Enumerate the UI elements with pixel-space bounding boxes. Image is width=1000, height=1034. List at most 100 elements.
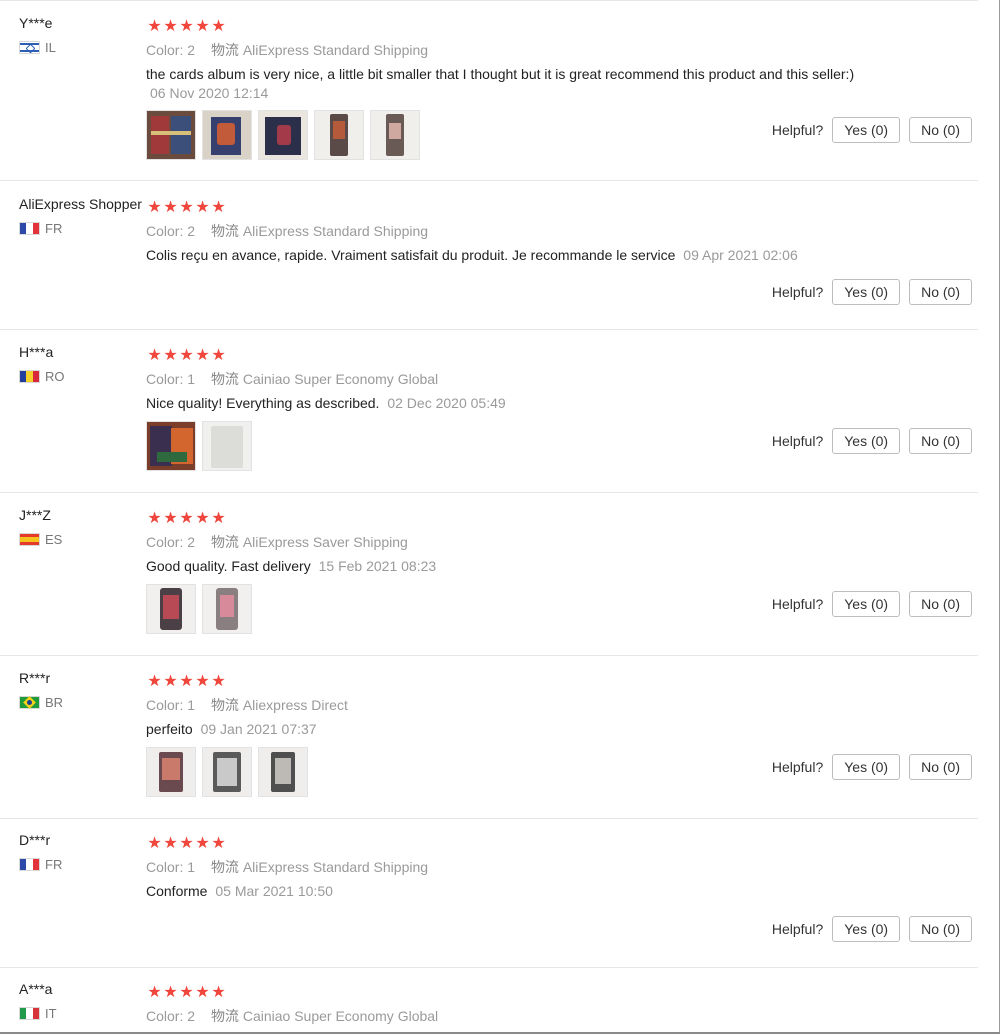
helpful-votes: Helpful? Yes (0) No (0) bbox=[772, 754, 972, 780]
helpful-no-button[interactable]: No (0) bbox=[909, 117, 972, 143]
review-date: 05 Mar 2021 10:50 bbox=[215, 883, 333, 899]
review-date: 15 Feb 2021 08:23 bbox=[318, 558, 437, 574]
helpful-label: Helpful? bbox=[771, 284, 824, 300]
review-divider bbox=[0, 818, 978, 819]
color-label: Color: bbox=[146, 223, 184, 239]
country-code: FR bbox=[45, 856, 63, 872]
star-icon: ★ bbox=[195, 18, 211, 35]
star-rating: ★★★★★ bbox=[147, 345, 227, 365]
star-icon: ★ bbox=[163, 199, 179, 216]
review-photo[interactable] bbox=[314, 110, 364, 160]
helpful-yes-button[interactable]: Yes (0) bbox=[832, 117, 901, 143]
shipping-method: AliExpress Standard Shipping bbox=[242, 859, 429, 875]
country-code: ES bbox=[45, 531, 63, 547]
review-item: D***r FR ★★★★★ Color: 1 物流 AliExpress St… bbox=[0, 832, 978, 968]
star-rating: ★★★★★ bbox=[147, 671, 227, 691]
star-icon: ★ bbox=[163, 347, 179, 364]
star-icon: ★ bbox=[147, 510, 163, 527]
review-photo[interactable] bbox=[202, 747, 252, 797]
helpful-label: Helpful? bbox=[771, 759, 824, 775]
review-photo[interactable] bbox=[202, 110, 252, 160]
flag-israel-icon bbox=[19, 40, 40, 54]
shipping-method: AliExpress Standard Shipping bbox=[242, 42, 429, 58]
reviewer-country: IL bbox=[19, 39, 56, 55]
helpful-yes-button[interactable]: Yes (0) bbox=[832, 428, 901, 454]
helpful-yes-button[interactable]: Yes (0) bbox=[832, 279, 901, 305]
flag-france-icon bbox=[19, 857, 40, 871]
review-meta: Color: 2 物流 AliExpress Standard Shipping bbox=[146, 40, 428, 60]
review-photo[interactable] bbox=[202, 421, 252, 471]
shipping-label: 物流 bbox=[210, 697, 239, 713]
review-photo[interactable] bbox=[146, 747, 196, 797]
helpful-label: Helpful? bbox=[771, 596, 824, 612]
review-item: Y***e IL ★★★★★ Color: 2 物流 AliExpress St… bbox=[0, 15, 978, 181]
country-code: RO bbox=[45, 368, 65, 384]
shipping-label: 物流 bbox=[210, 859, 239, 875]
reviewer-name: H***a bbox=[19, 344, 54, 360]
reviews-list: Y***e IL ★★★★★ Color: 2 物流 AliExpress St… bbox=[0, 0, 1000, 1034]
review-meta: Color: 2 物流 AliExpress Saver Shipping bbox=[146, 532, 408, 552]
star-icon: ★ bbox=[163, 510, 179, 527]
flag-brazil-icon bbox=[19, 695, 40, 709]
helpful-votes: Helpful? Yes (0) No (0) bbox=[772, 428, 972, 454]
star-icon: ★ bbox=[179, 984, 195, 1001]
country-code: FR bbox=[45, 220, 63, 236]
star-icon: ★ bbox=[147, 835, 163, 852]
color-label: Color: bbox=[146, 534, 184, 550]
reviewer-name: AliExpress Shopper bbox=[19, 196, 142, 212]
review-text: Colis reçu en avance, rapide. Vraiment s… bbox=[146, 247, 676, 263]
review-text-line: Colis reçu en avance, rapide. Vraiment s… bbox=[146, 247, 798, 263]
review-text: Conforme bbox=[146, 883, 208, 899]
flag-romania-icon bbox=[19, 369, 40, 383]
top-divider bbox=[0, 0, 978, 1]
color-label: Color: bbox=[146, 42, 184, 58]
review-item: H***a RO ★★★★★ Color: 1 物流 Cainiao Super… bbox=[0, 344, 978, 493]
review-date: 02 Dec 2020 05:49 bbox=[387, 395, 506, 411]
color-value: 2 bbox=[187, 42, 196, 58]
helpful-yes-button[interactable]: Yes (0) bbox=[832, 754, 901, 780]
review-text-line: Nice quality! Everything as described. 0… bbox=[146, 395, 506, 411]
helpful-no-button[interactable]: No (0) bbox=[909, 591, 972, 617]
review-item: R***r BR ★★★★★ Color: 1 物流 Aliexpress Di… bbox=[0, 670, 978, 819]
color-label: Color: bbox=[146, 1008, 184, 1024]
helpful-no-button[interactable]: No (0) bbox=[909, 916, 972, 942]
reviewer-country: BR bbox=[19, 694, 63, 710]
country-code: BR bbox=[45, 694, 64, 710]
color-label: Color: bbox=[146, 371, 184, 387]
star-rating: ★★★★★ bbox=[147, 982, 227, 1002]
review-photo[interactable] bbox=[370, 110, 420, 160]
review-photo[interactable] bbox=[258, 747, 308, 797]
star-icon: ★ bbox=[163, 984, 179, 1001]
helpful-yes-button[interactable]: Yes (0) bbox=[832, 916, 901, 942]
review-divider bbox=[0, 180, 978, 181]
star-icon: ★ bbox=[195, 984, 211, 1001]
review-divider bbox=[0, 329, 978, 330]
review-item: A***a IT ★★★★★ Color: 2 物流 Cainiao Super… bbox=[0, 981, 978, 1031]
star-icon: ★ bbox=[147, 347, 163, 364]
star-rating: ★★★★★ bbox=[147, 833, 227, 853]
star-rating: ★★★★★ bbox=[147, 197, 227, 217]
country-code: IT bbox=[45, 1005, 57, 1021]
helpful-no-button[interactable]: No (0) bbox=[909, 279, 972, 305]
shipping-label: 物流 bbox=[210, 1008, 239, 1024]
review-photo[interactable] bbox=[146, 584, 196, 634]
shipping-method: Aliexpress Direct bbox=[242, 697, 348, 713]
review-photo[interactable] bbox=[258, 110, 308, 160]
review-photo[interactable] bbox=[146, 110, 196, 160]
helpful-votes: Helpful? Yes (0) No (0) bbox=[772, 591, 972, 617]
shipping-label: 物流 bbox=[210, 371, 239, 387]
shipping-method: AliExpress Standard Shipping bbox=[242, 223, 429, 239]
star-icon: ★ bbox=[179, 347, 195, 364]
review-photo[interactable] bbox=[146, 421, 196, 471]
review-photo[interactable] bbox=[202, 584, 252, 634]
review-text: Good quality. Fast delivery bbox=[146, 558, 311, 574]
color-value: 2 bbox=[187, 534, 196, 550]
color-value: 1 bbox=[187, 697, 196, 713]
review-item: AliExpress Shopper FR ★★★★★ Color: 2 物流 … bbox=[0, 196, 978, 330]
helpful-no-button[interactable]: No (0) bbox=[909, 428, 972, 454]
helpful-yes-button[interactable]: Yes (0) bbox=[832, 591, 901, 617]
helpful-no-button[interactable]: No (0) bbox=[909, 754, 972, 780]
helpful-votes: Helpful? Yes (0) No (0) bbox=[772, 279, 972, 305]
reviewer-name: R***r bbox=[19, 670, 51, 686]
star-icon: ★ bbox=[163, 18, 179, 35]
